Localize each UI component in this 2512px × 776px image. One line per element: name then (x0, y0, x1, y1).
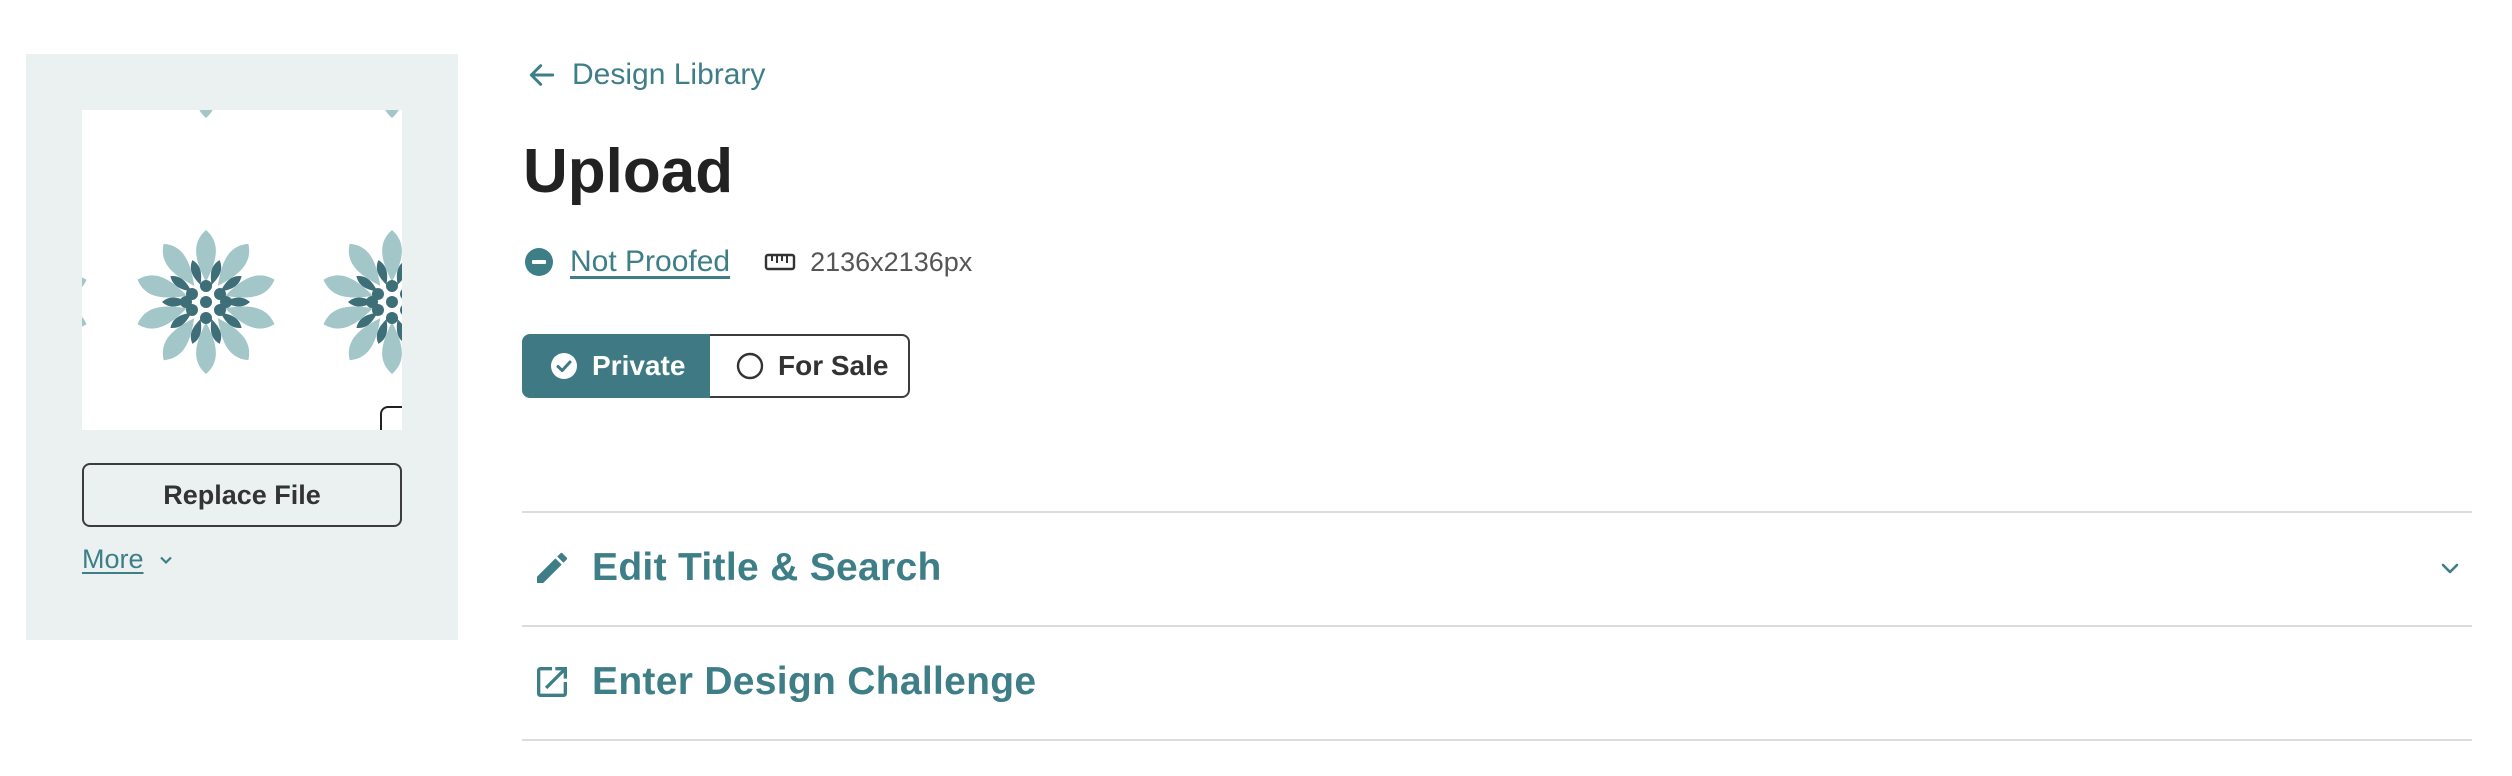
visibility-toggle: Private For Sale (522, 334, 910, 398)
dimensions-text: 2136x2136px (810, 246, 973, 277)
divider (522, 739, 2472, 741)
edit-title-search-section[interactable]: Edit Title & Search (522, 513, 2472, 623)
more-menu[interactable]: More (82, 544, 174, 575)
arrow-left-icon (529, 64, 555, 86)
page-title: Upload (523, 137, 734, 206)
for-sale-option[interactable]: For Sale (710, 334, 910, 398)
pencil-icon (532, 548, 572, 588)
back-to-design-library[interactable]: Design Library (526, 58, 765, 92)
private-option[interactable]: Private (522, 334, 710, 398)
design-pattern-image (82, 110, 402, 374)
enter-design-challenge-label: Enter Design Challenge (592, 660, 1037, 703)
edit-thumbnail-button[interactable] (380, 406, 402, 430)
radio-empty-icon (736, 352, 764, 380)
pencil-icon (393, 419, 402, 430)
chevron-down-icon[interactable] (2438, 556, 2462, 580)
enter-design-challenge-section[interactable]: Enter Design Challenge (522, 627, 2472, 737)
edit-title-search-label: Edit Title & Search (592, 546, 942, 589)
design-status-row: Not Proofed 2136x2136px (524, 243, 972, 281)
external-link-icon (532, 662, 572, 702)
private-label: Private (592, 350, 686, 381)
for-sale-label: For Sale (778, 350, 889, 381)
more-link[interactable]: More (82, 544, 144, 575)
check-circle-icon (551, 353, 577, 379)
back-link-label: Design Library (572, 58, 766, 91)
minus-circle-icon (525, 248, 553, 276)
chevron-down-icon (159, 556, 172, 564)
proof-status-link[interactable]: Not Proofed (570, 245, 730, 279)
design-sidebar: Replace File More (26, 54, 458, 640)
design-thumbnail (82, 110, 402, 430)
ruler-icon (764, 252, 796, 272)
replace-file-button[interactable]: Replace File (82, 463, 402, 527)
